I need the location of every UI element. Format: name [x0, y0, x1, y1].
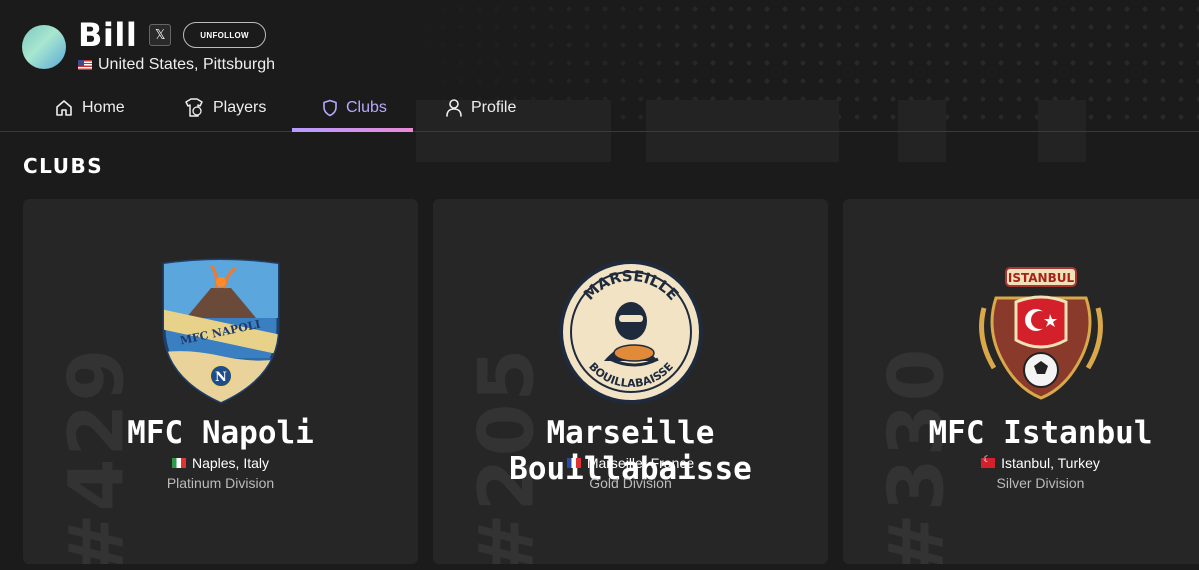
- club-card-marseille[interactable]: #205 MARSEILLE BOUILLABAISSE Marseille B…: [433, 199, 828, 564]
- italy-flag-icon: [171, 458, 186, 468]
- club-name: MFC Napoli: [127, 415, 314, 451]
- tab-home[interactable]: Home: [54, 84, 125, 132]
- club-location: Istanbul, Turkey: [843, 455, 1199, 471]
- us-flag-icon: [78, 60, 92, 70]
- club-division: Platinum Division: [166, 475, 275, 491]
- club-card-istanbul[interactable]: #330 ISTANBUL MFC Istanbul Istanbul, Tur…: [843, 199, 1199, 564]
- unfollow-button[interactable]: UNFOLLOW: [183, 22, 266, 48]
- profile-header: Bill 𝕏 UNFOLLOW United States, Pittsburg…: [22, 16, 275, 78]
- home-icon: [54, 98, 74, 118]
- marseille-bouillabaisse-crest: MARSEILLE BOUILLABAISSE: [556, 257, 706, 407]
- tab-label: Clubs: [346, 99, 387, 116]
- crest-letter: N: [215, 370, 227, 385]
- name-row: Bill 𝕏 UNFOLLOW: [78, 16, 275, 54]
- user-icon: [445, 98, 463, 118]
- club-location-text: Marseille, France: [586, 455, 695, 471]
- club-division: Gold Division: [589, 475, 672, 491]
- tab-profile[interactable]: Profile: [445, 84, 516, 132]
- club-page: Bill 𝕏 UNFOLLOW United States, Pittsburg…: [0, 0, 1199, 570]
- club-card-napoli[interactable]: #429 MFC NAPOLI N MFC Napoli Naples, Ita…: [23, 199, 418, 564]
- players-icon: [183, 97, 205, 119]
- crest-text: ISTANBUL: [1007, 271, 1074, 285]
- mfc-istanbul-crest: ISTANBUL: [966, 257, 1116, 407]
- tab-clubs[interactable]: Clubs: [322, 84, 387, 132]
- club-location-text: Naples, Italy: [191, 455, 270, 471]
- location-text: United States, Pittsburgh: [98, 56, 275, 73]
- active-tab-indicator: [292, 128, 413, 132]
- section-title: CLUBS: [23, 154, 104, 178]
- tab-players[interactable]: Players: [183, 84, 266, 132]
- avatar[interactable]: [22, 25, 66, 69]
- x-logo-icon[interactable]: 𝕏: [149, 24, 172, 46]
- france-flag-icon: [566, 458, 581, 468]
- tab-label: Players: [213, 99, 267, 116]
- mfc-napoli-crest: MFC NAPOLI N: [146, 257, 296, 407]
- username: Bill: [78, 16, 138, 54]
- club-division: Silver Division: [996, 475, 1085, 491]
- tab-label: Home: [82, 99, 125, 116]
- shield-icon: [322, 99, 338, 117]
- club-location-text: Istanbul, Turkey: [1001, 455, 1100, 471]
- nav-tabs: Home Players Clubs Profile: [0, 84, 1199, 132]
- profile-info: Bill 𝕏 UNFOLLOW United States, Pittsburg…: [78, 16, 275, 74]
- club-location: Marseille, France: [433, 455, 828, 471]
- club-location: Naples, Italy: [23, 455, 418, 471]
- profile-location: United States, Pittsburgh: [78, 56, 275, 74]
- turkey-flag-icon: [981, 455, 996, 468]
- tab-label: Profile: [471, 99, 517, 116]
- club-name: MFC Istanbul: [928, 415, 1153, 451]
